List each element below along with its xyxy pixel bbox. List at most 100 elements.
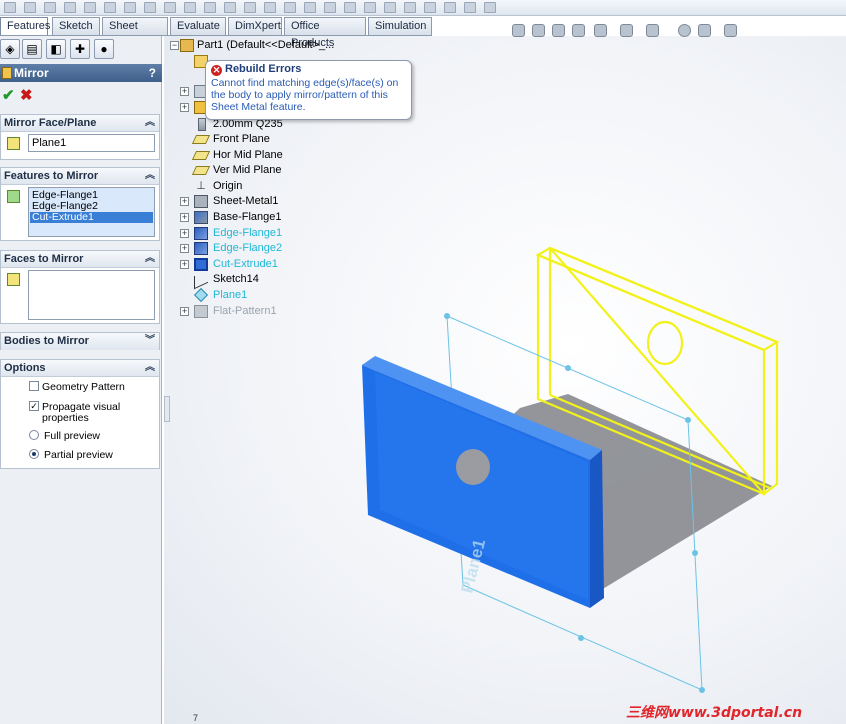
tab-sketch[interactable]: Sketch xyxy=(52,17,100,35)
apply-scene-icon[interactable] xyxy=(698,24,711,37)
full-preview-radio[interactable] xyxy=(29,430,39,440)
heads-up-view-toolbar xyxy=(510,22,760,40)
features-to-mirror-title: Features to Mirror xyxy=(4,170,99,182)
geometry-pattern-checkbox[interactable] xyxy=(29,381,39,391)
collapse-icon[interactable]: ︽ xyxy=(145,251,155,267)
cross-icon[interactable]: ✖ xyxy=(20,86,33,104)
expand-tree-icon[interactable]: + xyxy=(180,307,189,316)
toolbar-icon[interactable] xyxy=(484,2,496,13)
view-orientation-icon[interactable] xyxy=(594,24,607,37)
panel-collapse-handle[interactable] xyxy=(164,396,170,422)
expand-tree-icon[interactable]: + xyxy=(180,213,189,222)
faces-to-mirror-list[interactable] xyxy=(28,270,155,320)
previous-view-icon[interactable] xyxy=(552,24,565,37)
property-manager-tab-icon[interactable]: ▤ xyxy=(22,39,42,59)
toolbar-icon[interactable] xyxy=(164,2,176,13)
toolbar-icon[interactable] xyxy=(24,2,36,13)
bodies-to-mirror-header[interactable]: Bodies to Mirror ︾ xyxy=(1,333,159,350)
mirror-plane-field[interactable]: Plane1 xyxy=(28,134,155,152)
toolbar-icon[interactable] xyxy=(464,2,476,13)
callout-title: Rebuild Errors xyxy=(225,63,302,75)
toolbar-icon[interactable] xyxy=(204,2,216,13)
help-button[interactable]: ? xyxy=(149,64,156,82)
expand-tree-icon[interactable]: + xyxy=(180,103,189,112)
toolbar-icon[interactable] xyxy=(84,2,96,13)
tree-item-label: Sheet-Metal1 xyxy=(213,195,279,207)
tab-simulation[interactable]: Simulation xyxy=(368,17,432,35)
plane-icon xyxy=(191,135,211,144)
toolbar-icon[interactable] xyxy=(304,2,316,13)
expand-tree-icon[interactable]: + xyxy=(180,87,189,96)
features-to-mirror-header[interactable]: Features to Mirror ︽ xyxy=(1,168,159,185)
collapse-icon[interactable]: ︽ xyxy=(145,360,155,376)
zoom-to-fit-icon[interactable] xyxy=(512,24,525,37)
toolbar-icon[interactable] xyxy=(244,2,256,13)
page-indicator: 7 xyxy=(193,713,199,723)
toolbar-icon[interactable] xyxy=(44,2,56,13)
propagate-visual-checkbox[interactable]: ✓ xyxy=(29,401,39,411)
tab-sheet-metal[interactable]: Sheet Metal xyxy=(102,17,168,49)
view-settings-icon[interactable] xyxy=(724,24,737,37)
manager-tabs: ◈ ▤ ◧ ✚ ● xyxy=(0,38,162,60)
faces-to-mirror-header[interactable]: Faces to Mirror ︽ xyxy=(1,251,159,268)
tree-item-label: Edge-Flange1 xyxy=(213,227,283,239)
collapse-tree-icon[interactable]: − xyxy=(170,41,179,50)
toolbar-icon[interactable] xyxy=(364,2,376,13)
toolbar-icon[interactable] xyxy=(444,2,456,13)
property-manager-title: Mirror ? xyxy=(0,64,162,82)
propagate-visual-label-2: properties xyxy=(42,412,89,424)
toolbar-icon[interactable] xyxy=(224,2,236,13)
toolbar-icon[interactable] xyxy=(184,2,196,13)
tab-dimxpert[interactable]: DimXpert xyxy=(228,17,282,35)
faces-selection-icon xyxy=(7,273,20,286)
sketch-icon xyxy=(194,269,208,290)
options-header[interactable]: Options ︽ xyxy=(1,360,159,377)
toolbar-icon[interactable] xyxy=(124,2,136,13)
expand-tree-icon[interactable]: + xyxy=(180,244,189,253)
toolbar-icon[interactable] xyxy=(384,2,396,13)
configuration-manager-tab-icon[interactable]: ◧ xyxy=(46,39,66,59)
collapse-icon[interactable]: ︽ xyxy=(145,168,155,184)
toolbar-icon[interactable] xyxy=(4,2,16,13)
edge-flange-icon xyxy=(194,242,208,255)
expand-tree-icon[interactable]: + xyxy=(180,229,189,238)
tab-office-products[interactable]: Office Products xyxy=(284,17,366,49)
tab-evaluate[interactable]: Evaluate xyxy=(170,17,226,35)
display-style-icon[interactable] xyxy=(620,24,633,37)
toolbar-icon[interactable] xyxy=(404,2,416,13)
toolbar-icon[interactable] xyxy=(104,2,116,13)
dimxpert-manager-tab-icon[interactable]: ✚ xyxy=(70,39,90,59)
section-view-icon[interactable] xyxy=(572,24,585,37)
toolbar-icon[interactable] xyxy=(424,2,436,13)
tree-item-label: Plane1 xyxy=(213,289,248,301)
edit-appearance-icon[interactable] xyxy=(678,24,691,37)
features-to-mirror-list[interactable]: Edge-Flange1 Edge-Flange2 Cut-Extrude1 xyxy=(28,187,155,237)
toolbar-icon[interactable] xyxy=(64,2,76,13)
features-to-mirror-group: Features to Mirror ︽ Edge-Flange1 Edge-F… xyxy=(0,167,160,241)
toolbar-icon[interactable] xyxy=(144,2,156,13)
toolbar-icon[interactable] xyxy=(284,2,296,13)
hide-show-items-icon[interactable] xyxy=(646,24,659,37)
expand-tree-icon[interactable]: + xyxy=(180,197,189,206)
list-item[interactable]: Cut-Extrude1 xyxy=(30,212,153,223)
check-icon[interactable]: ✔ xyxy=(2,86,15,104)
zoom-area-icon[interactable] xyxy=(532,24,545,37)
full-preview-label: Full preview xyxy=(44,430,101,442)
toolbar-icon[interactable] xyxy=(324,2,336,13)
partial-preview-radio[interactable] xyxy=(29,449,39,459)
tree-item-label: Front Plane xyxy=(213,133,270,145)
collapse-icon[interactable]: ︽ xyxy=(145,115,155,131)
tab-features[interactable]: Features xyxy=(0,17,50,35)
flat-pattern-icon xyxy=(194,305,208,318)
watermark: 三维网www.3dportal.cn xyxy=(626,705,803,721)
expand-tree-icon[interactable]: + xyxy=(180,260,189,269)
toolbar-icon[interactable] xyxy=(264,2,276,13)
display-manager-tab-icon[interactable]: ● xyxy=(94,39,114,59)
sheet-metal-icon xyxy=(194,195,208,208)
feature-manager-tab-icon[interactable]: ◈ xyxy=(0,39,20,59)
mirror-face-plane-group: Mirror Face/Plane ︽ Plane1 xyxy=(0,114,160,160)
mirror-face-plane-header[interactable]: Mirror Face/Plane ︽ xyxy=(1,115,159,132)
bodies-to-mirror-title: Bodies to Mirror xyxy=(4,335,89,347)
expand-icon[interactable]: ︾ xyxy=(145,333,155,349)
toolbar-icon[interactable] xyxy=(344,2,356,13)
